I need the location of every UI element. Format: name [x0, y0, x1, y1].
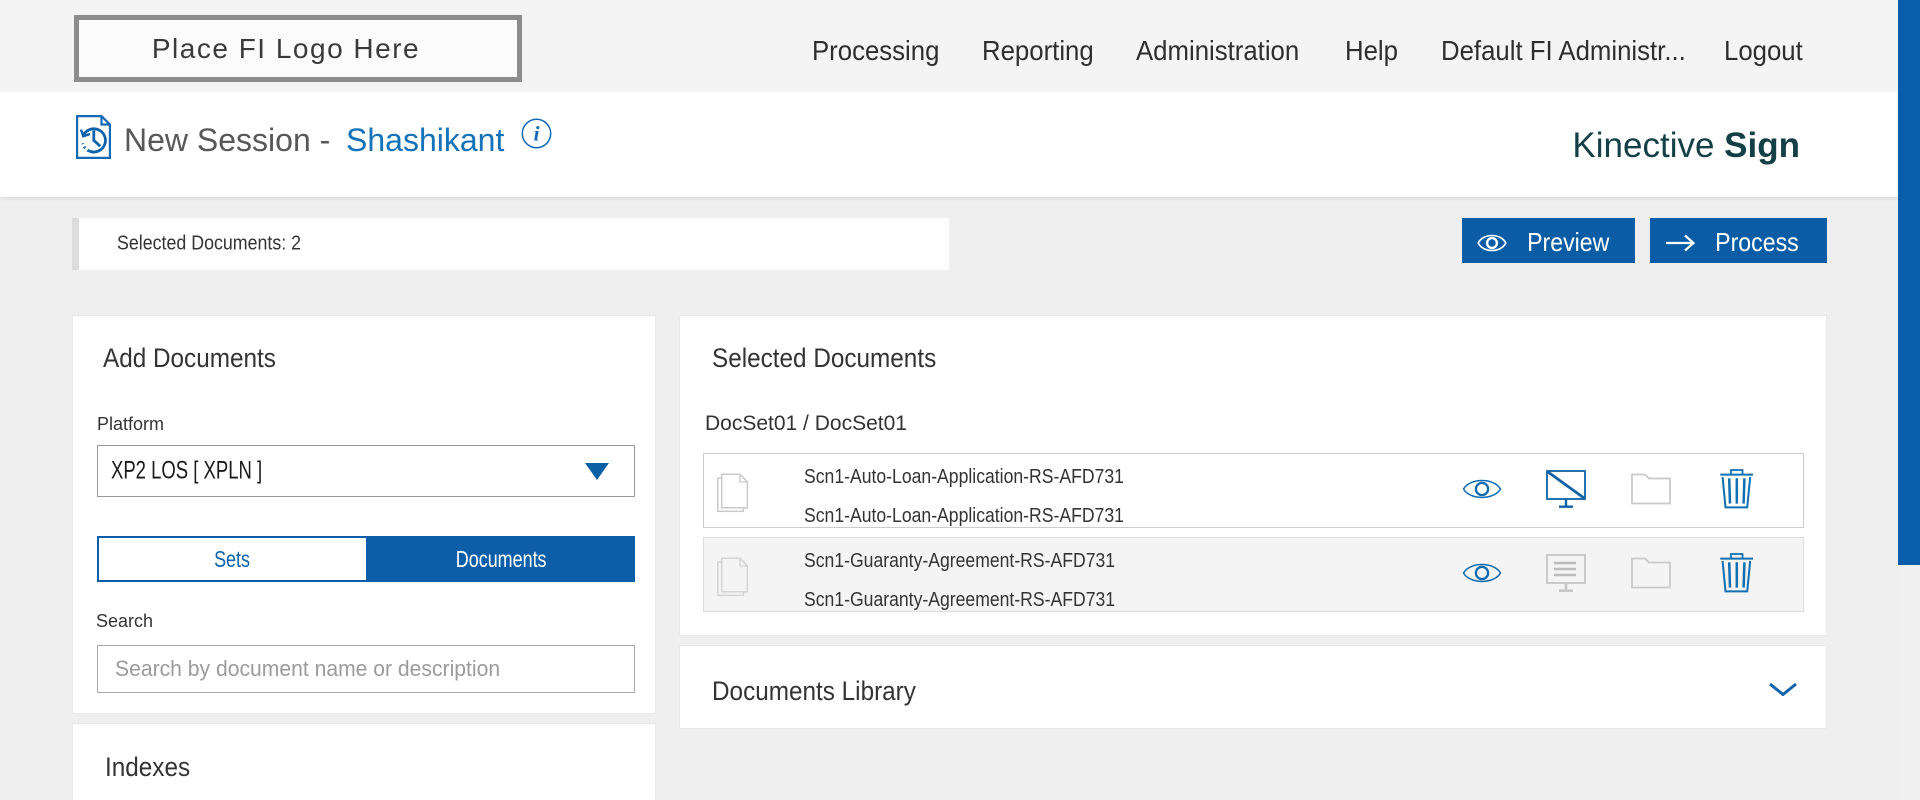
svg-text:i: i	[534, 122, 540, 146]
